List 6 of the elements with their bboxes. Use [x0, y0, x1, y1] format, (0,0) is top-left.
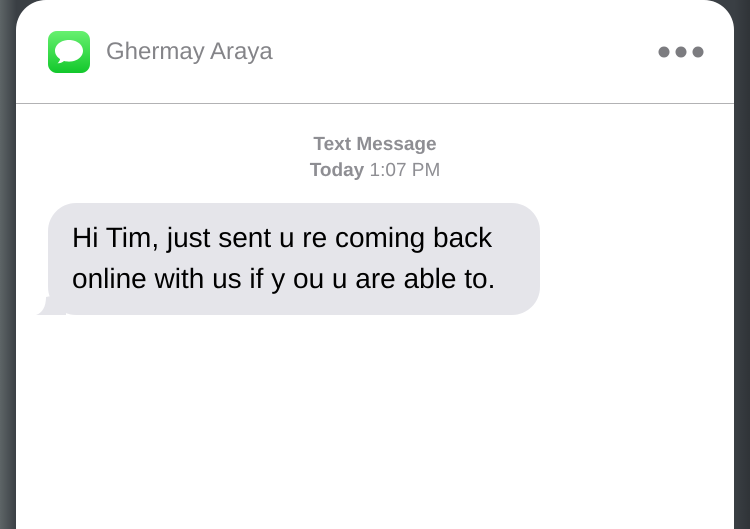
timestamp: Today 1:07 PM: [310, 159, 440, 183]
message-bubble-icon: [48, 30, 90, 72]
more-icon[interactable]: [658, 46, 704, 58]
bubble-tail: [36, 293, 66, 315]
service-label: Text Message: [313, 133, 437, 157]
sender-name: Ghermay Araya: [106, 36, 273, 66]
